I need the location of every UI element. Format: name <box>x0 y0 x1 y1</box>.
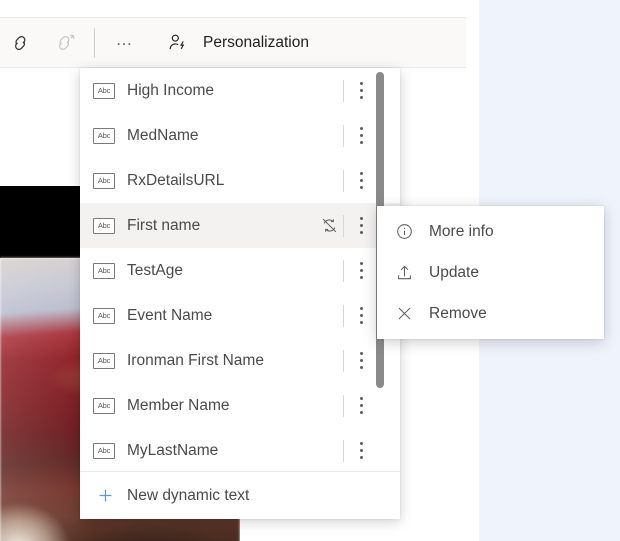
context-menu-label: Update <box>429 264 479 282</box>
list-item-label: Member Name <box>127 397 343 415</box>
upload-icon <box>393 262 415 284</box>
abc-text-icon: Abc <box>93 308 115 324</box>
toolbar-divider <box>94 28 95 58</box>
list-item-selected[interactable]: Abc First name <box>80 203 400 248</box>
abc-text-icon: Abc <box>93 128 115 144</box>
context-menu-label: Remove <box>429 305 487 323</box>
toolbar-overflow-button[interactable]: … <box>103 22 147 64</box>
new-dynamic-text-label: New dynamic text <box>127 487 249 505</box>
personalization-toolbar: … Personalization <box>0 17 466 68</box>
more-vertical-icon[interactable] <box>344 164 378 198</box>
list-item-label: Ironman First Name <box>127 352 343 370</box>
new-dynamic-text-button[interactable]: New dynamic text <box>80 471 400 519</box>
more-vertical-icon[interactable] <box>344 344 378 378</box>
sync-disabled-icon[interactable] <box>318 215 340 237</box>
list-item-label: High Income <box>127 82 343 100</box>
abc-text-icon: Abc <box>93 218 115 234</box>
more-vertical-icon[interactable] <box>344 119 378 153</box>
context-menu-item-remove[interactable]: Remove <box>377 293 604 334</box>
list-item[interactable]: Abc Event Name <box>80 293 400 338</box>
abc-text-icon: Abc <box>93 263 115 279</box>
dynamic-text-list: Abc High Income Abc MedName Abc RxDetail… <box>80 68 400 471</box>
unlink-icon <box>44 22 88 64</box>
context-menu-item-update[interactable]: Update <box>377 252 604 293</box>
page-title: Personalization <box>203 34 309 52</box>
more-vertical-icon[interactable] <box>344 389 378 423</box>
list-item[interactable]: Abc High Income <box>80 68 400 113</box>
abc-text-icon: Abc <box>93 353 115 369</box>
list-item-label: MedName <box>127 127 343 145</box>
app-root: … Personalization Abc High Income Abc Me… <box>0 0 620 541</box>
context-menu-item-more-info[interactable]: More info <box>377 211 604 252</box>
abc-text-icon: Abc <box>93 83 115 99</box>
info-circle-icon <box>393 221 415 243</box>
abc-text-icon: Abc <box>93 173 115 189</box>
person-settings-icon[interactable] <box>159 22 195 64</box>
list-item-label: TestAge <box>127 262 343 280</box>
list-item-label: First name <box>127 217 318 235</box>
link-icon[interactable] <box>0 22 44 64</box>
dynamic-text-panel: Abc High Income Abc MedName Abc RxDetail… <box>80 68 400 519</box>
list-item-label: RxDetailsURL <box>127 172 343 190</box>
list-item-label: MyLastName <box>127 442 343 460</box>
more-vertical-icon[interactable] <box>344 209 378 243</box>
list-item[interactable]: Abc MedName <box>80 113 400 158</box>
list-item[interactable]: Abc RxDetailsURL <box>80 158 400 203</box>
plus-icon <box>94 485 116 507</box>
more-vertical-icon[interactable] <box>344 299 378 333</box>
abc-text-icon: Abc <box>93 398 115 414</box>
more-vertical-icon[interactable] <box>344 254 378 288</box>
row-context-menu: More info Update Remove <box>377 206 604 339</box>
list-item-label: Event Name <box>127 307 343 325</box>
list-item[interactable]: Abc TestAge <box>80 248 400 293</box>
context-menu-label: More info <box>429 223 494 241</box>
close-x-icon <box>393 303 415 325</box>
list-item[interactable]: Abc MyLastName <box>80 428 400 471</box>
list-item[interactable]: Abc Member Name <box>80 383 400 428</box>
more-vertical-icon[interactable] <box>344 434 378 468</box>
abc-text-icon: Abc <box>93 443 115 459</box>
list-item[interactable]: Abc Ironman First Name <box>80 338 400 383</box>
more-vertical-icon[interactable] <box>344 74 378 108</box>
